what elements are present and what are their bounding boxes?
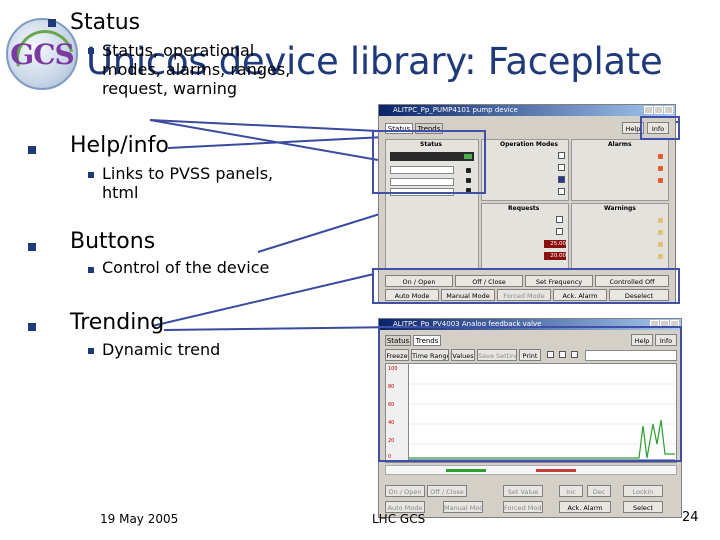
alarm-indicator: [658, 178, 663, 183]
request-value: 25.00: [544, 240, 566, 248]
warning-indicator: [658, 242, 663, 247]
footer-center: LHC GCS: [372, 512, 426, 526]
warnings-heading: Warnings: [604, 205, 636, 212]
connector-buttons: [151, 273, 375, 327]
footer-date: 19 May 2005: [100, 512, 179, 526]
ack-alarm-button[interactable]: Ack. Alarm: [559, 501, 611, 513]
bullet-help-info: Help/info: [70, 133, 169, 158]
alarms-heading: Alarms: [608, 141, 632, 148]
close-icon[interactable]: [664, 106, 673, 114]
operation-modes-panel: Operation Modes: [481, 139, 569, 201]
operation-modes-heading: Operation Modes: [500, 141, 558, 148]
sub-bullet-buttons: Control of the device: [102, 258, 270, 277]
dec-button[interactable]: Dec: [587, 485, 611, 497]
bullet-marker: [28, 146, 36, 154]
sub-bullet-help-info: Links to PVSS panels, html: [102, 164, 274, 202]
sub-bullet-marker: [88, 48, 94, 54]
mode-checkbox-active[interactable]: [558, 176, 565, 183]
bullet-buttons: Buttons: [70, 229, 156, 254]
requests-panel: Requests 25.00 20.00: [481, 203, 569, 269]
highlight-buttons-area: [372, 268, 680, 304]
bullet-marker: [48, 19, 56, 27]
sub-bullet-status: Status, operational modes, alarms, range…: [102, 41, 291, 98]
bullet-marker: [28, 243, 36, 251]
sub-bullet-trending: Dynamic trend: [102, 340, 221, 359]
set-value-button[interactable]: Set Value: [503, 485, 543, 497]
request-checkbox[interactable]: [556, 216, 563, 223]
on-open-button[interactable]: On / Open: [385, 485, 425, 497]
lockin-button[interactable]: Lockin: [623, 485, 663, 497]
alarm-indicator: [658, 166, 663, 171]
warning-indicator: [658, 254, 663, 259]
request-checkbox[interactable]: [556, 228, 563, 235]
requests-heading: Requests: [508, 205, 540, 212]
faceplate-pump-titlebar: ALITPC_Pp_PUMP4101 pump device: [379, 105, 675, 116]
sub-bullet-marker: [88, 172, 94, 178]
bullet-marker: [28, 323, 36, 331]
sub-bullet-marker: [88, 267, 94, 273]
manual-mode-button[interactable]: Manual Mode: [443, 501, 483, 513]
highlight-status-area: [372, 130, 486, 194]
bullet-status: Status: [70, 10, 141, 35]
mode-checkbox[interactable]: [558, 188, 565, 195]
alarm-indicator: [658, 154, 663, 159]
request-value: 20.00: [544, 252, 566, 260]
trend-legend-bar: [385, 465, 677, 475]
highlight-trend-area: [378, 326, 682, 462]
warnings-panel: Warnings: [571, 203, 669, 269]
minimize-icon[interactable]: [644, 106, 653, 114]
forced-mode-button[interactable]: Forced Mode: [503, 501, 543, 513]
page-number: 24: [682, 510, 699, 525]
bullet-trending: Trending: [70, 310, 165, 335]
alarms-panel: Alarms: [571, 139, 669, 201]
connector-trending: [163, 326, 401, 331]
highlight-help-area: [640, 116, 680, 140]
mode-checkbox[interactable]: [558, 164, 565, 171]
off-close-button[interactable]: Off / Close: [427, 485, 467, 497]
warning-indicator: [658, 218, 663, 223]
sub-bullet-marker: [88, 348, 94, 354]
mode-checkbox[interactable]: [558, 152, 565, 159]
inc-button[interactable]: Inc: [559, 485, 583, 497]
maximize-icon[interactable]: [654, 106, 663, 114]
select-button[interactable]: Select: [623, 501, 663, 513]
warning-indicator: [658, 230, 663, 235]
